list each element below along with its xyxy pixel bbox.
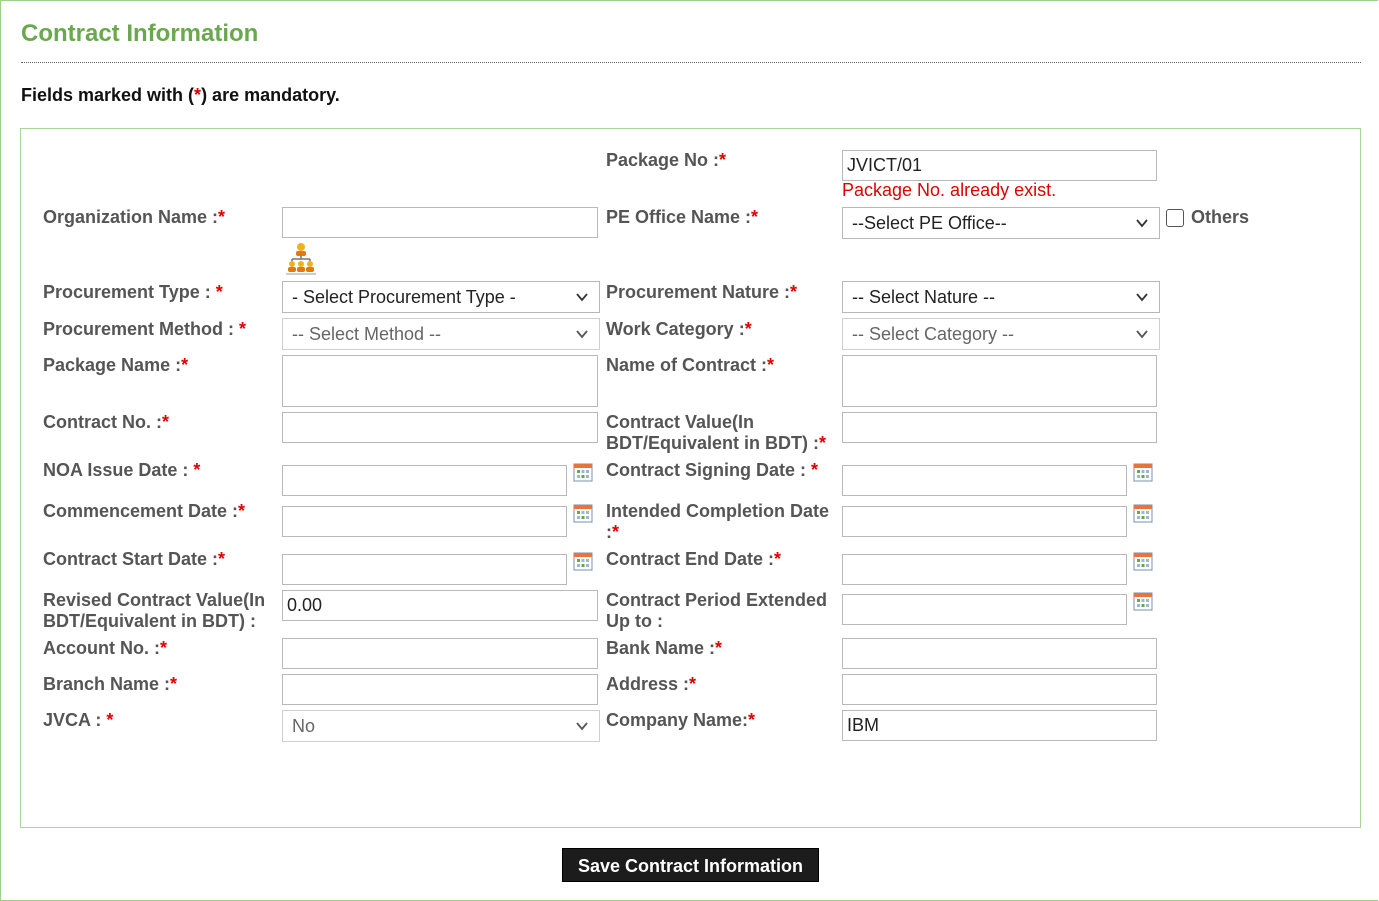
chevron-down-icon [576,330,588,339]
contract-value-label: Contract Value(In BDT/Equivalent in BDT) … [606,412,827,453]
chevron-down-icon [1136,219,1148,228]
contract-no-input[interactable] [282,412,598,443]
calendar-icon[interactable] [1133,591,1153,611]
calendar-icon[interactable] [1133,551,1153,571]
noa-issue-date-label: NOA Issue Date : * [43,460,201,480]
chevron-down-icon [1136,330,1148,339]
contract-signing-date-input[interactable] [842,465,1127,496]
revised-contract-value-input[interactable]: 0.00 [282,590,598,621]
title-divider [21,62,1361,63]
contract-value-input[interactable] [842,412,1157,443]
calendar-icon[interactable] [573,551,593,571]
chevron-down-icon [576,293,588,302]
mandatory-note: Fields marked with (*) are mandatory. [21,85,340,105]
calendar-icon[interactable] [573,462,593,482]
procurement-method-label: Procurement Method : * [43,319,247,339]
name-of-contract-label: Name of Contract :* [606,355,775,375]
contract-period-extended-label: Contract Period Extended Up to : [606,590,828,631]
page-title: Contract Information [21,20,259,47]
noa-issue-date-input[interactable] [282,465,567,496]
address-input[interactable] [842,674,1157,705]
company-name-label: Company Name:* [606,710,756,730]
package-no-label: Package No :* [606,150,727,170]
procurement-nature-label: Procurement Nature :* [606,282,798,302]
commencement-date-label: Commencement Date :* [43,501,246,521]
procurement-type-select[interactable]: - Select Procurement Type - [282,281,600,313]
organization-name-label: Organization Name :* [43,207,226,227]
bank-name-input[interactable] [842,638,1157,669]
contract-no-label: Contract No. :* [43,412,170,432]
calendar-icon[interactable] [1133,503,1153,523]
organization-name-input[interactable] [282,207,598,238]
name-of-contract-textarea[interactable] [842,355,1157,407]
intended-completion-date-input[interactable] [842,506,1127,537]
contract-end-date-input[interactable] [842,554,1127,585]
org-tree-icon[interactable] [284,241,318,275]
branch-name-input[interactable] [282,674,598,705]
chevron-down-icon [576,722,588,731]
contract-end-date-label: Contract End Date :* [606,549,782,569]
revised-contract-value-label: Revised Contract Value(In BDT/Equivalent … [43,590,266,631]
procurement-nature-select[interactable]: -- Select Nature -- [842,281,1160,313]
contract-signing-date-label: Contract Signing Date : * [606,460,819,480]
company-name-input[interactable]: IBM [842,710,1157,741]
contract-start-date-label: Contract Start Date :* [43,549,226,569]
work-category-select[interactable]: -- Select Category -- [842,318,1160,350]
pe-office-label: PE Office Name :* [606,207,759,227]
account-no-input[interactable] [282,638,598,669]
package-name-textarea[interactable] [282,355,598,407]
chevron-down-icon [1136,293,1148,302]
address-label: Address :* [606,674,697,694]
others-label: Others [1191,207,1250,227]
branch-name-label: Branch Name :* [43,674,178,694]
work-category-label: Work Category :* [606,319,752,339]
package-no-input[interactable]: JVICT/01 [842,150,1157,181]
jvca-label: JVCA : * [43,710,114,730]
procurement-method-select[interactable]: -- Select Method -- [282,318,600,350]
calendar-icon[interactable] [1133,462,1153,482]
package-no-error: Package No. already exist. [842,180,1057,200]
contract-period-extended-input[interactable] [842,594,1127,625]
others-checkbox[interactable] [1166,209,1184,227]
account-no-label: Account No. :* [43,638,168,658]
contract-information-page: Contract Information Fields marked with … [0,0,1378,901]
commencement-date-input[interactable] [282,506,567,537]
bank-name-label: Bank Name :* [606,638,723,658]
calendar-icon[interactable] [573,503,593,523]
pe-office-select[interactable]: --Select PE Office-- [842,207,1160,239]
intended-completion-date-label: Intended Completion Date:* [606,501,830,542]
save-contract-button[interactable]: Save Contract Information [562,848,819,882]
jvca-select[interactable]: No [282,710,600,742]
package-name-label: Package Name :* [43,355,189,375]
procurement-type-label: Procurement Type : * [43,282,223,302]
contract-start-date-input[interactable] [282,554,567,585]
